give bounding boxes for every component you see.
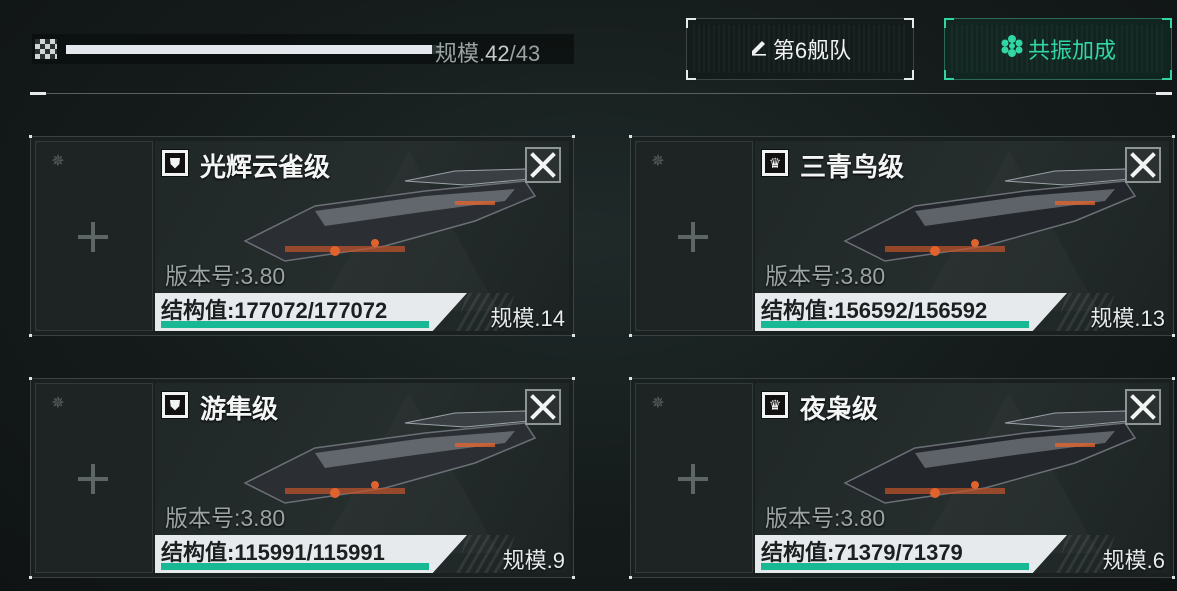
shield-icon: ⛊ [161, 149, 189, 177]
close-icon [530, 152, 556, 178]
faction-emblem-icon: ✵ [51, 395, 65, 412]
pencil-icon [749, 36, 769, 62]
checkered-flag-icon [35, 39, 57, 59]
fleet-scale-text: 规模.42/43 [435, 36, 540, 68]
remove-ship-button[interactable] [1125, 389, 1161, 425]
ship-scale: 规模.14 [490, 306, 565, 331]
crest-icon: ♛ [761, 391, 789, 419]
rename-fleet-button[interactable]: 第6舰队 [686, 18, 914, 80]
scale-label: 规模. [435, 41, 486, 66]
snowflake-icon [1000, 34, 1024, 64]
header-divider [30, 92, 1172, 95]
remove-ship-button[interactable] [525, 389, 561, 425]
hp-bar [761, 321, 1029, 328]
faction-emblem-icon: ✵ [651, 153, 665, 170]
add-ship-slot[interactable]: ✵ [635, 383, 753, 573]
plus-icon [678, 464, 708, 494]
ship-card-2: ✵ ♛ 三青鸟级 版本号:3.80 结构值:156592/156592 规模.1… [629, 135, 1175, 337]
plus-icon [78, 464, 108, 494]
hp-bar-fill [761, 563, 1029, 570]
ship-scale: 规模.13 [1090, 306, 1165, 331]
ship-display[interactable]: ⛊ 游隼级 版本号:3.80 结构值:115991/115991 规模.9 [155, 383, 569, 573]
hp-bar-fill [161, 563, 429, 570]
shield-icon: ⛊ [161, 391, 189, 419]
plus-icon [78, 222, 108, 252]
ship-name: 三青鸟级 [800, 152, 905, 182]
ship-display[interactable]: ♛ 三青鸟级 版本号:3.80 结构值:156592/156592 规模.13 [755, 141, 1169, 331]
ship-scale: 规模.9 [502, 548, 565, 573]
hp-panel: 结构值:156592/156592 [755, 293, 1067, 331]
hp-panel: 结构值:115991/115991 [155, 535, 467, 573]
close-icon [1130, 152, 1156, 178]
hp-panel: 结构值:71379/71379 [755, 535, 1067, 573]
ship-version: 版本号:3.80 [165, 505, 286, 531]
ship-display[interactable]: ⛊ 光辉云雀级 版本号:3.80 结构值:177072/177072 规模.14 [155, 141, 569, 331]
ship-card-3: ✵ ⛊ 游隼级 版本号:3.80 结构值:115991/115991 规模.9 [29, 377, 575, 579]
remove-ship-button[interactable] [1125, 147, 1161, 183]
fleet-name-label: 第6舰队 [772, 38, 852, 63]
hp-bar-fill [761, 321, 1029, 328]
add-ship-slot[interactable]: ✵ [35, 141, 153, 331]
scale-current: 42 [485, 41, 510, 66]
ship-name: 游隼级 [200, 394, 279, 424]
scale-progress-fill [66, 45, 433, 54]
hp-bar [761, 563, 1029, 570]
plus-icon [678, 222, 708, 252]
ship-display[interactable]: ♛ 夜枭级 版本号:3.80 结构值:71379/71379 规模.6 [755, 383, 1169, 573]
ship-name: 光辉云雀级 [200, 152, 331, 182]
ship-scale: 规模.6 [1102, 548, 1165, 573]
close-icon [1130, 394, 1156, 420]
ship-version: 版本号:3.80 [765, 505, 886, 531]
crest-icon: ♛ [761, 149, 789, 177]
ship-card-1: ✵ ⛊ 光辉云雀级 版本号:3.80 结构值:177072/177072 规模.… [29, 135, 575, 337]
scale-max: 43 [515, 41, 541, 66]
ship-version: 版本号:3.80 [765, 263, 886, 289]
faction-emblem-icon: ✵ [51, 153, 65, 170]
resonance-bonus-button[interactable]: 共振加成 [944, 18, 1172, 80]
scale-progress-track [66, 45, 441, 54]
add-ship-slot[interactable]: ✵ [35, 383, 153, 573]
ship-name: 夜枭级 [800, 394, 879, 424]
ship-card-4: ✵ ♛ 夜枭级 版本号:3.80 结构值:71379/71379 规模.6 [629, 377, 1175, 579]
hp-panel: 结构值:177072/177072 [155, 293, 467, 331]
hp-bar [161, 321, 429, 328]
resonance-label: 共振加成 [1027, 38, 1116, 63]
hp-bar [161, 563, 429, 570]
hp-bar-fill [161, 321, 429, 328]
faction-emblem-icon: ✵ [651, 395, 665, 412]
close-icon [530, 394, 556, 420]
fleet-scale-bar: 规模.42/43 [32, 34, 574, 66]
remove-ship-button[interactable] [525, 147, 561, 183]
add-ship-slot[interactable]: ✵ [635, 141, 753, 331]
ship-version: 版本号:3.80 [165, 263, 286, 289]
